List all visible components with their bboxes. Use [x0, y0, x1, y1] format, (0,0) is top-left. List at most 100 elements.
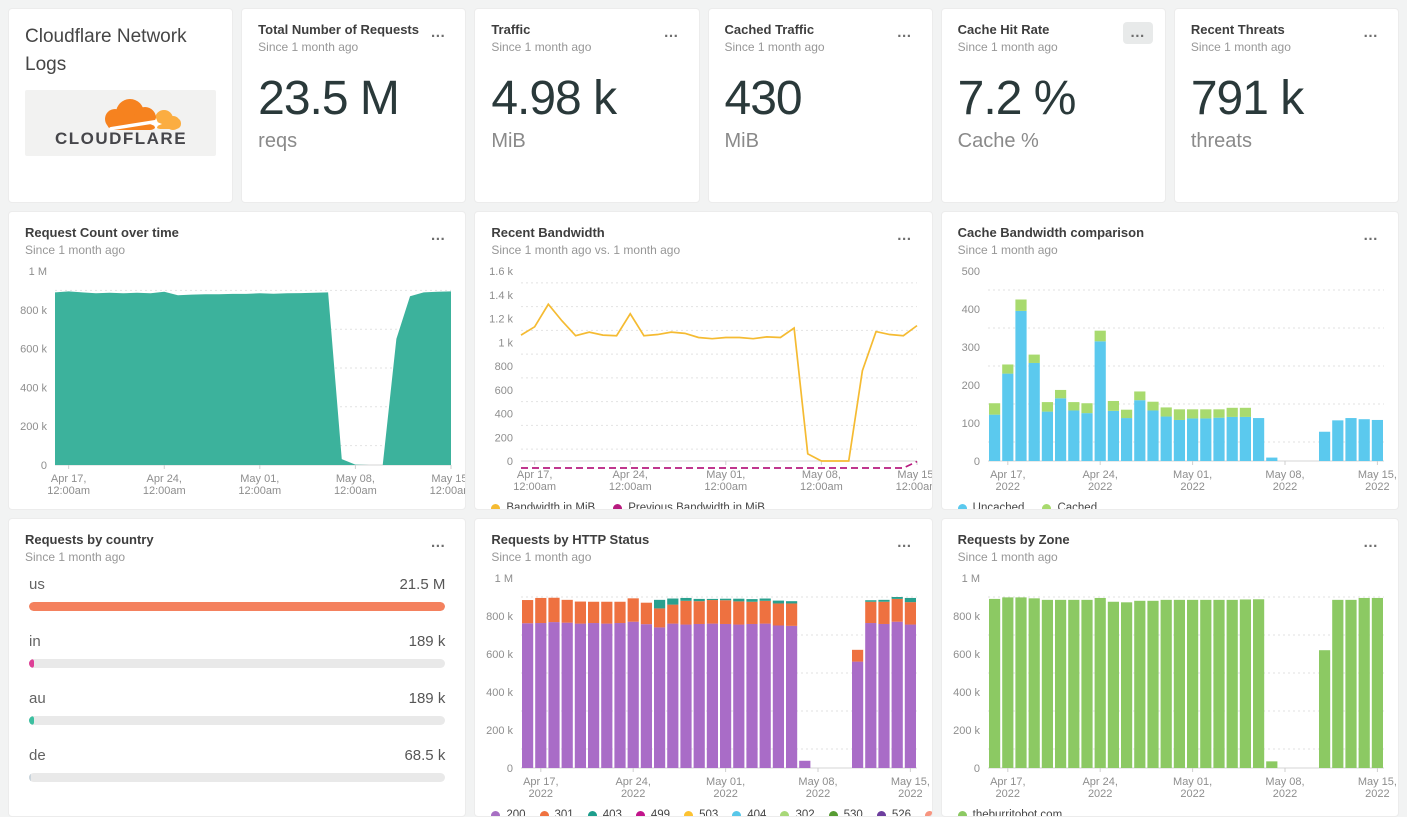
country-label: in [29, 633, 41, 650]
legend-item-Bandwidth in MiB[interactable]: Bandwidth in MiB [491, 502, 595, 509]
svg-text:1 k: 1 k [499, 337, 514, 349]
bar-segment [1107, 400, 1119, 411]
legend-item-Cached[interactable]: Cached [1042, 502, 1097, 509]
bar-segment [1107, 410, 1119, 461]
panel-menu-button[interactable]: … [423, 532, 453, 554]
country-row-us: us 21.5 M [29, 576, 446, 611]
bar-segment [786, 603, 798, 626]
bar-segment [773, 625, 785, 768]
bar-segment [680, 597, 692, 601]
bar-segment [1067, 402, 1080, 411]
billboard-unit: MiB [724, 130, 759, 153]
legend-item-Previous Bandwidth in MiB[interactable]: Previous Bandwidth in MiB [613, 502, 765, 509]
panel-menu-button[interactable]: … [423, 225, 453, 247]
legend-item-301[interactable]: 301 [539, 809, 574, 816]
svg-text:0: 0 [507, 456, 513, 468]
country-bar-track [29, 716, 446, 725]
bar-segment [746, 599, 758, 602]
billboard-title: Cached Traffic [724, 22, 815, 37]
country-value: 21.5 M [399, 576, 446, 593]
legend-item-theburritobot.com[interactable]: theburritobot.com [957, 809, 1062, 816]
svg-text:200 k: 200 k [486, 725, 513, 737]
bar-segment [575, 601, 587, 624]
bar-segment [627, 621, 640, 768]
bar-segment [575, 623, 587, 768]
panel-title: Request Count over time [25, 225, 179, 240]
panel-subtitle: Since 1 month ago vs. 1 month ago [491, 243, 681, 257]
bar-segment [1226, 416, 1238, 461]
panel-menu-button[interactable]: … [423, 22, 453, 44]
panel-subtitle: Since 1 month ago [491, 550, 592, 564]
bar-segment [1094, 597, 1106, 768]
bar-segment [1160, 599, 1172, 768]
bar-segment [852, 649, 864, 662]
bar-segment [601, 601, 613, 624]
legend-dot [684, 810, 694, 816]
bar-segment [1015, 597, 1027, 768]
bar-segment [878, 623, 890, 768]
bar-segment [1213, 417, 1225, 461]
bar-segment [905, 624, 917, 768]
billboard-unit: reqs [258, 130, 298, 153]
billboard-title: Traffic [491, 22, 531, 37]
bar-segment [1028, 354, 1040, 363]
bar-segment [707, 600, 719, 624]
legend-item-524[interactable]: 524 [925, 809, 932, 816]
panel-menu-button[interactable]: … [890, 22, 920, 44]
bar-segment [1213, 409, 1225, 418]
svg-text:600: 600 [495, 385, 513, 397]
country-label: de [29, 747, 46, 764]
bar-segment [759, 598, 772, 601]
bar-segment [720, 598, 732, 601]
bar-segment [1081, 413, 1093, 461]
svg-text:200: 200 [961, 380, 979, 392]
svg-text:200 k: 200 k [20, 421, 47, 433]
bar-segment [614, 601, 626, 624]
bar-segment [1358, 419, 1370, 461]
legend-item-404[interactable]: 404 [732, 809, 766, 816]
bar-segment [522, 600, 534, 624]
panel-menu-button[interactable]: … [1356, 532, 1386, 554]
panel-menu-button[interactable]: … [1122, 22, 1153, 44]
legend-item-302[interactable]: 302 [780, 809, 815, 816]
bar-segment [535, 597, 547, 624]
bar-segment [1345, 418, 1357, 461]
legend-dot [876, 810, 886, 816]
cloudflare-logo-image: CLOUDFLARE [55, 99, 185, 148]
legend-item-200[interactable]: 200 [491, 809, 526, 816]
country-bar-track [29, 602, 446, 611]
legend-item-503[interactable]: 503 [684, 809, 718, 816]
svg-text:800: 800 [495, 361, 513, 373]
svg-text:May 08,2022: May 08, 2022 [1265, 776, 1304, 800]
billboard-subtitle: Since 1 month ago [724, 40, 825, 54]
legend-item-530[interactable]: 530 [828, 809, 863, 816]
panel-menu-button[interactable]: … [1356, 22, 1386, 44]
panel-menu-button[interactable]: … [657, 22, 687, 44]
panel-recent-bandwidth: Recent Bandwidth Since 1 month ago vs. 1… [474, 211, 933, 510]
legend-item-403[interactable]: 403 [587, 809, 622, 816]
panel-title: Requests by country [25, 532, 154, 547]
panel-menu-button[interactable]: … [1356, 225, 1386, 247]
bar-segment [654, 627, 666, 768]
svg-text:0: 0 [507, 763, 513, 775]
legend-item-499[interactable]: 499 [635, 809, 670, 816]
svg-text:Apr 17,2022: Apr 17, 2022 [990, 469, 1025, 493]
panel-menu-button[interactable]: … [890, 532, 920, 554]
bar-segment [720, 600, 732, 624]
svg-text:Apr 24,12:00am: Apr 24, 12:00am [143, 473, 186, 497]
bar-segment [1239, 407, 1251, 417]
bar-segment [1120, 409, 1132, 419]
panel-menu-button[interactable]: … [890, 225, 920, 247]
svg-text:400: 400 [495, 409, 513, 421]
line-series [521, 460, 918, 469]
recent-bandwidth-legend: Bandwidth in MiB Previous Bandwidth in Mi… [475, 500, 931, 509]
legend-item-526[interactable]: 526 [876, 809, 911, 816]
request-count-svg: 1 M 800 k 600 k 400 k 200 k 0Apr 17, 12:00am Ap… [20, 266, 465, 497]
billboard-cache-hit-rate: Cache Hit Rate Since 1 month ago … 7.2 %… [940, 8, 1166, 203]
bar-segment [535, 623, 547, 768]
billboard-cached-traffic: Cached Traffic Since 1 month ago … 430 M… [707, 8, 933, 203]
svg-text:Apr 17,12:00am: Apr 17, 12:00am [514, 469, 557, 493]
legend-item-Uncached[interactable]: Uncached [957, 502, 1024, 509]
billboard-value: 791 k [1190, 72, 1304, 125]
cache-bandwidth-svg: 500 400 300 200 100 0 Apr 17, 2022 Apr 24, 2022 Ma… [961, 266, 1396, 493]
